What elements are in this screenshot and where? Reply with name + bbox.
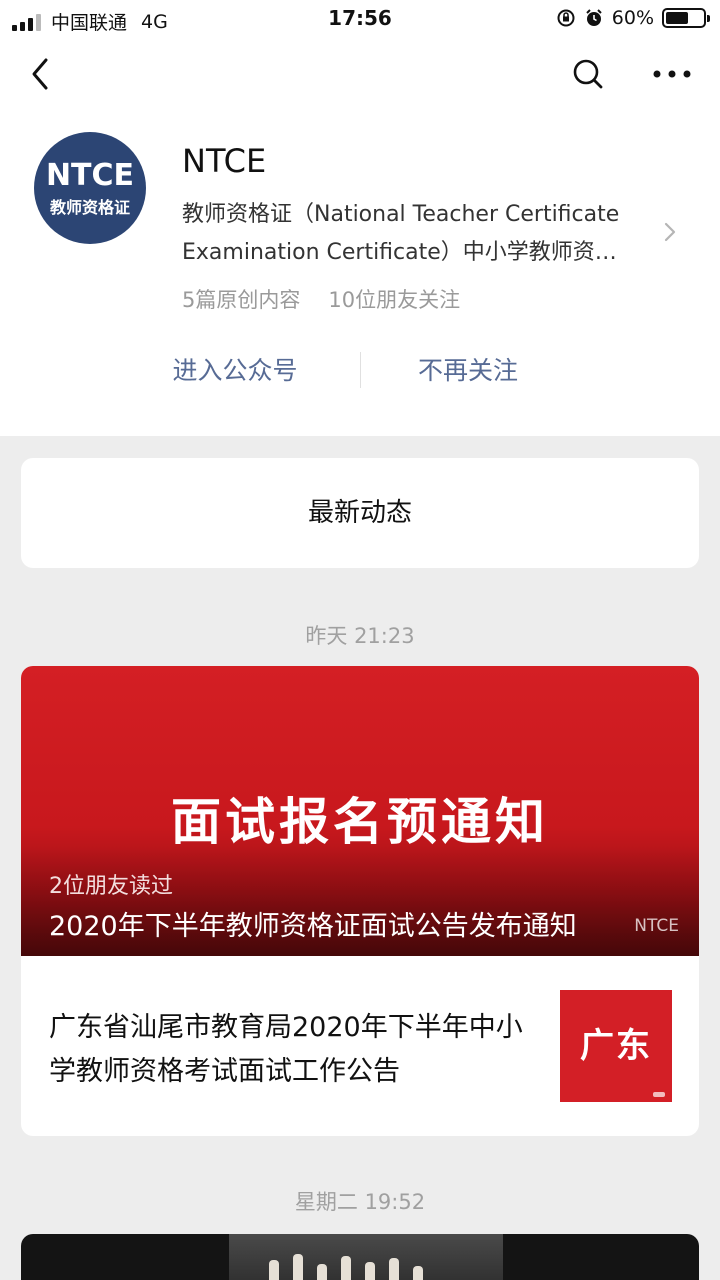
image-detail [293,1254,303,1280]
back-chevron-icon[interactable] [22,54,62,94]
status-right: 60% [556,7,710,29]
chevron-right-icon[interactable] [660,218,680,246]
image-detail [365,1262,375,1280]
image-detail [317,1264,327,1280]
nav-bar [0,40,720,110]
avatar-title: NTCE [45,158,135,193]
sub-article-title[interactable]: 广东省汕尾市教育局2020年下半年中小学教师资格考试面试工作公告 [49,1006,529,1094]
image-detail [389,1258,399,1280]
image-detail [269,1260,279,1280]
unfollow-button[interactable]: 不再关注 [378,346,558,396]
banner-headline: 面试报名预通知 [171,793,549,851]
search-icon[interactable] [568,54,608,94]
rotation-lock-icon [557,9,575,27]
battery-percent: 60% [611,7,654,29]
article-banner[interactable]: 面试报名预通知 2位朋友读过 2020年下半年教师资格证面试公告发布通知 NTC… [21,666,699,956]
article-2-image [229,1234,503,1280]
friends-following: 10位朋友关注 [328,288,461,312]
more-dots-icon[interactable] [650,54,694,94]
account-description[interactable]: 教师资格证（National Teacher Certificate Exami… [182,196,650,272]
article-title: 2020年下半年教师资格证面试公告发布通知 [49,911,577,942]
avatar[interactable]: NTCE 教师资格证 [34,132,146,244]
thumbnail-mark [653,1092,665,1097]
timestamp: 星期二 19:52 [294,1190,426,1214]
image-detail [413,1266,423,1280]
account-name: NTCE [182,142,267,180]
description-line-1: 教师资格证（National Teacher Certificate [182,202,620,227]
battery-fill [666,12,688,24]
sub-article-thumbnail[interactable]: 广东 [560,990,672,1102]
action-divider [360,352,361,388]
timestamp: 昨天 21:23 [305,624,415,648]
original-count: 5篇原创内容 [182,288,301,312]
friends-read-label: 2位朋友读过 [49,874,173,899]
article-card-2[interactable] [21,1234,699,1280]
banner-watermark: NTCE [634,916,679,936]
description-line-2: Examination Certificate）中小学教师资… [182,240,617,265]
article-card: 面试报名预通知 2位朋友读过 2020年下半年教师资格证面试公告发布通知 NTC… [21,666,699,1136]
status-bar: 中国联通 4G 17:56 60% [0,0,720,40]
alarm-icon [586,9,602,26]
battery-icon [662,8,710,28]
account-profile: NTCE 教师资格证 NTCE 教师资格证（National Teacher C… [0,110,720,436]
account-actions: 进入公众号 不再关注 [0,346,720,396]
enter-account-button[interactable]: 进入公众号 [130,346,340,396]
image-detail [341,1256,351,1280]
latest-activity-card[interactable]: 最新动态 [21,458,699,568]
account-stats: 5篇原创内容 10位朋友关注 [182,284,460,314]
avatar-subtitle: 教师资格证 [49,198,130,217]
